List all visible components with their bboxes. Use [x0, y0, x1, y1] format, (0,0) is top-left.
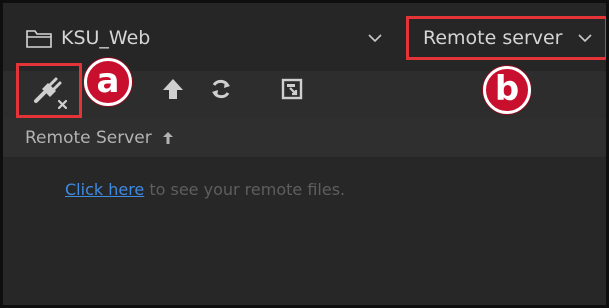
callout-b: b: [483, 66, 531, 114]
refresh-icon: [212, 79, 230, 99]
site-select-label: KSU_Web: [61, 27, 151, 49]
arrow-up-icon: [162, 131, 173, 144]
top-selector-bar: KSU_Web Remote server: [3, 3, 606, 71]
chevron-down-icon: [577, 34, 592, 43]
put-file-button[interactable]: [156, 71, 190, 107]
remote-files-panel-window: KSU_Web Remote server a b Remote Server …: [0, 0, 609, 308]
click-here-link[interactable]: Click here: [65, 180, 144, 199]
empty-state-text: to see your remote files.: [144, 180, 346, 199]
expand-view-button[interactable]: [275, 71, 309, 107]
callout-a: a: [84, 58, 132, 106]
connect-to-remote-host-button[interactable]: [16, 63, 82, 118]
view-select-dropdown[interactable]: Remote server: [406, 16, 606, 60]
remote-files-list: Click here to see your remote files.: [3, 158, 606, 305]
empty-state-message: Click here to see your remote files.: [65, 180, 345, 199]
view-select-label: Remote server: [423, 27, 563, 49]
folder-icon: [26, 30, 52, 48]
remote-server-column-header[interactable]: Remote Server: [3, 118, 606, 158]
expand-icon: [281, 78, 303, 100]
plug-disconnected-icon: [34, 77, 68, 109]
site-select-dropdown[interactable]: KSU_Web: [25, 20, 400, 56]
column-header-label: Remote Server: [25, 127, 152, 148]
arrow-up-icon: [163, 79, 183, 99]
refresh-button[interactable]: [204, 71, 238, 107]
chevron-down-icon: [368, 34, 382, 43]
